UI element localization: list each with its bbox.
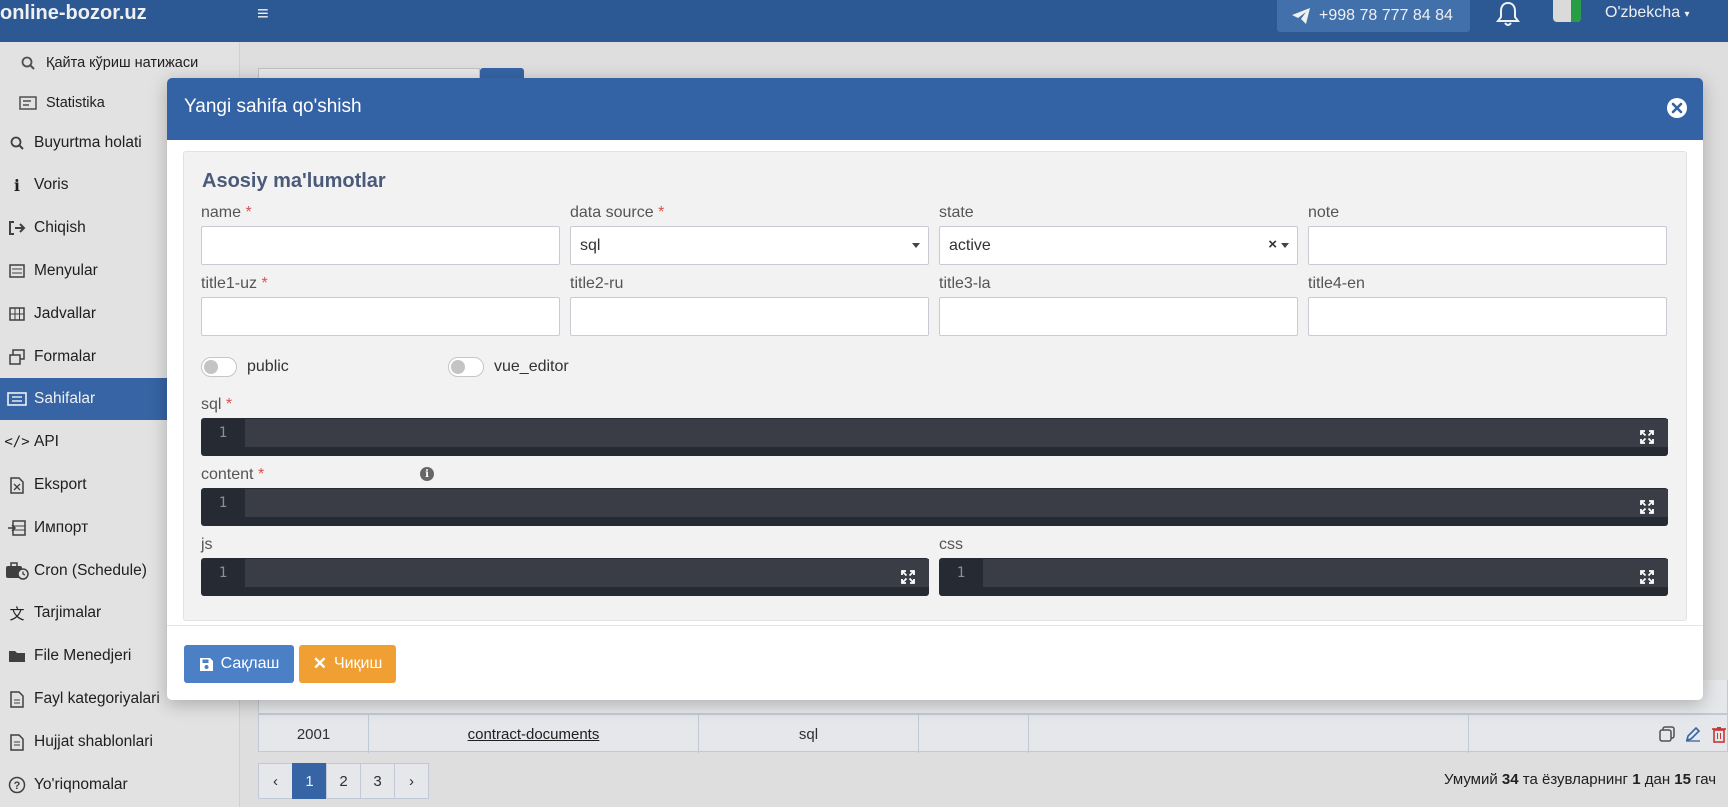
data-source-value: sql [580, 236, 601, 254]
required-mark: * [658, 204, 665, 221]
state-value: active [949, 236, 991, 254]
modal-header: Yangi sahifa qo'shish [167, 78, 1703, 140]
label-text: name [201, 204, 242, 221]
fullscreen-icon[interactable] [1640, 430, 1654, 444]
title1-label: title1-uz * [201, 275, 268, 293]
exit-label: Чиқиш [333, 655, 383, 672]
title1-uz-field[interactable] [201, 297, 560, 336]
name-label: name * [201, 204, 252, 222]
title4-en-field[interactable] [1308, 297, 1667, 336]
active-line[interactable] [245, 419, 1668, 447]
required-mark: * [225, 396, 233, 413]
active-line[interactable] [245, 559, 929, 587]
line-number: 1 [956, 565, 966, 581]
save-label: Сақлаш [220, 655, 280, 672]
close-icon[interactable] [1666, 97, 1688, 119]
required-mark: * [261, 275, 268, 292]
floppy-icon [199, 657, 213, 671]
public-toggle[interactable] [201, 357, 237, 377]
active-line[interactable] [245, 489, 1668, 517]
close-icon: ✕ [312, 654, 327, 673]
caret-down-icon [1281, 243, 1289, 248]
title3-label: title3-la [939, 275, 991, 292]
js-label: js [201, 536, 213, 553]
line-number: 1 [218, 495, 228, 511]
data-source-label: data source * [570, 204, 664, 222]
vue-editor-toggle[interactable] [448, 357, 484, 377]
state-select[interactable]: active × [939, 226, 1298, 265]
add-page-modal: Yangi sahifa qo'shish Asosiy ma'lumotlar… [167, 78, 1703, 700]
css-label: css [939, 536, 963, 553]
content-code-editor[interactable]: 1 [201, 488, 1668, 526]
public-label: public [247, 358, 289, 375]
fullscreen-icon[interactable] [1640, 570, 1654, 584]
label-text: title1-uz [201, 275, 258, 292]
state-label: state [939, 204, 974, 221]
label-text: content [201, 466, 254, 483]
fullscreen-icon[interactable] [1640, 500, 1654, 514]
line-number: 1 [218, 565, 228, 581]
label-text: data source [570, 204, 654, 221]
active-line[interactable] [983, 559, 1668, 587]
title2-label: title2-ru [570, 275, 624, 292]
label-text: sql [201, 396, 222, 413]
sql-code-editor[interactable]: 1 [201, 418, 1668, 456]
main-info-card: Asosiy ma'lumotlar name * data source * … [183, 151, 1687, 621]
title2-ru-field[interactable] [570, 297, 929, 336]
required-mark: * [257, 466, 265, 483]
content-label: content * [201, 466, 264, 484]
name-field[interactable] [201, 226, 560, 265]
clear-icon[interactable]: × [1268, 236, 1277, 253]
modal-title: Yangi sahifa qo'shish [184, 96, 362, 117]
css-code-editor[interactable]: 1 [939, 558, 1668, 596]
vue-editor-label: vue_editor [494, 358, 569, 375]
note-label: note [1308, 204, 1340, 221]
caret-down-icon [912, 243, 920, 248]
note-field[interactable] [1308, 226, 1667, 265]
title4-label: title4-en [1308, 275, 1365, 292]
modal-footer-divider [167, 625, 1703, 626]
title3-la-field[interactable] [939, 297, 1298, 336]
sql-label: sql * [201, 396, 232, 414]
line-number: 1 [218, 425, 228, 441]
exit-button[interactable]: ✕ Чиқиш [299, 645, 396, 683]
data-source-select[interactable]: sql [570, 226, 929, 265]
section-title: Asosiy ma'lumotlar [202, 170, 386, 192]
fullscreen-icon[interactable] [901, 570, 915, 584]
js-code-editor[interactable]: 1 [201, 558, 929, 596]
info-icon[interactable]: i [420, 467, 434, 481]
save-button[interactable]: Сақлаш [184, 645, 294, 683]
required-mark: * [245, 204, 252, 221]
